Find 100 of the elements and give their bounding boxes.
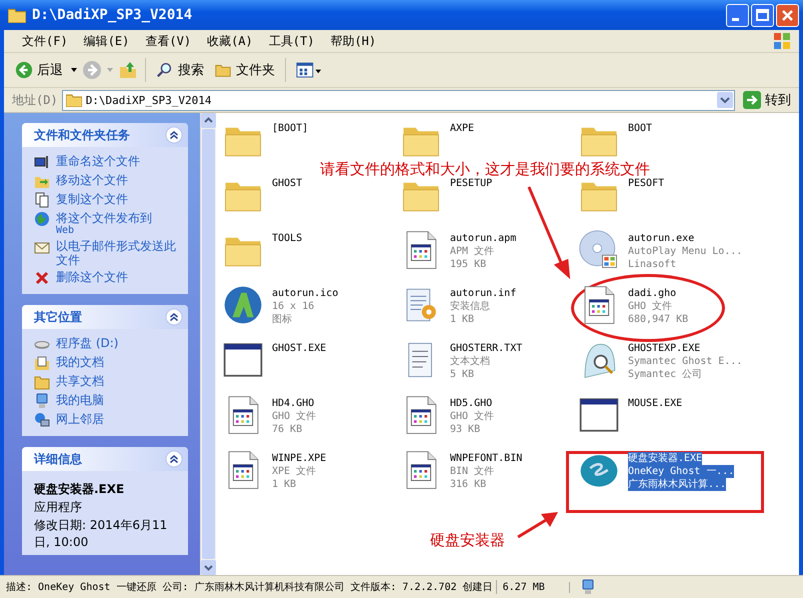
panel-title: 详细信息 (34, 450, 82, 468)
menu-item[interactable]: 帮助(H) (324, 32, 382, 50)
file-info: APM 文件 (450, 245, 494, 258)
file-item[interactable]: AXPE (400, 119, 474, 161)
file-item[interactable]: WNPEFONT.BIN BIN 文件 316 KB (400, 449, 522, 491)
file-item[interactable]: autorun.exe AutoPlay Menu Lo... Linasoft (578, 229, 742, 271)
file-item[interactable]: GHOSTERR.TXT 文本文档 5 KB (400, 339, 522, 381)
scroll-bar[interactable] (200, 113, 216, 575)
file-item[interactable]: TOOLS (222, 229, 302, 271)
file-name: HD4.GHO (272, 397, 314, 410)
maximize-button[interactable] (751, 4, 774, 26)
window-title: D:\DadiXP_SP3_V2014 (32, 7, 194, 23)
file-info: XPE 文件 (272, 465, 316, 478)
file-info: GHO 文件 (628, 300, 672, 313)
file-item[interactable]: [BOOT] (222, 119, 308, 161)
file-info: 安装信息 (450, 300, 490, 313)
menu-item[interactable]: 编辑(E) (78, 32, 136, 50)
collapse-button[interactable] (165, 308, 183, 326)
dropdown-button[interactable] (717, 92, 733, 108)
file-name: dadi.gho (628, 287, 676, 300)
panel-title: 文件和文件夹任务 (34, 126, 130, 144)
modified-date: 修改日期: 2014年6月11日, 10:00 (34, 517, 168, 551)
computer-icon (580, 579, 596, 595)
task-link[interactable]: 复制这个文件 (56, 192, 128, 206)
file-info: GHO 文件 (450, 410, 494, 423)
task-link[interactable]: 以电子邮件形式发送此文件 (56, 239, 180, 267)
windows-flag-icon (771, 31, 793, 51)
file-item[interactable]: BOOT (578, 119, 652, 161)
task-icon (34, 374, 50, 390)
file-item[interactable]: GHOST (222, 174, 302, 216)
status-description: 描述: OneKey Ghost 一键还原 公司: 广东雨林木风计算机科技有限公司 文件版本: 7.2.2.702 创建日 (0, 580, 497, 594)
file-info: Symantec Ghost E... (628, 355, 742, 368)
task-link[interactable]: 网上邻居 (56, 412, 104, 426)
up-folder-icon[interactable] (118, 60, 138, 80)
go-button[interactable]: 转到 (739, 91, 795, 109)
file-info: 76 KB (272, 423, 302, 436)
annotation-label: 硬盘安装器 (430, 531, 505, 550)
folder-icon (66, 93, 82, 107)
task-icon (34, 192, 50, 208)
task-link[interactable]: 共享文档 (56, 374, 104, 388)
file-info: 316 KB (450, 478, 486, 491)
file-name: WINPE.XPE (272, 452, 326, 465)
file-item[interactable]: GHOST.EXE (222, 339, 326, 381)
file-info: GHO 文件 (272, 410, 316, 423)
file-info: 1 KB (272, 478, 296, 491)
file-name: 硬盘安装器.EXE (628, 452, 702, 465)
disc-icon (578, 229, 620, 271)
file-name: PESOFT (628, 177, 664, 190)
back-button[interactable]: 后退 (12, 59, 66, 81)
file-info: BIN 文件 (450, 465, 494, 478)
file-item[interactable]: HD5.GHO GHO 文件 93 KB (400, 394, 494, 436)
file-item[interactable]: MOUSE.EXE (578, 394, 682, 436)
file-name: autorun.ico (272, 287, 338, 300)
collapse-button[interactable] (165, 126, 183, 144)
file-name: GHOST (272, 177, 302, 190)
file-item[interactable]: dadi.gho GHO 文件 680,947 KB (578, 284, 688, 326)
menu-item[interactable]: 收藏(A) (201, 32, 259, 50)
file-item[interactable]: autorun.inf 安装信息 1 KB (400, 284, 516, 326)
task-icon (34, 412, 50, 428)
caret-icon[interactable] (70, 67, 78, 73)
file-name: WNPEFONT.BIN (450, 452, 522, 465)
file-item[interactable]: autorun.apm APM 文件 195 KB (400, 229, 516, 271)
folders-button[interactable]: 文件夹 (211, 59, 278, 81)
file-item[interactable]: HD4.GHO GHO 文件 76 KB (222, 394, 316, 436)
minimize-button[interactable] (726, 4, 749, 26)
menu-item[interactable]: 工具(T) (262, 32, 320, 50)
file-name: AXPE (450, 122, 474, 135)
file-info: 5 KB (450, 368, 474, 381)
task-link[interactable]: 删除这个文件 (56, 270, 128, 284)
search-button[interactable]: 搜索 (153, 59, 207, 81)
task-icon (34, 154, 50, 170)
task-link[interactable]: 程序盘 (D:) (56, 336, 118, 350)
file-item[interactable]: autorun.ico 16 x 16 图标 (222, 284, 338, 326)
file-info: OneKey Ghost 一... (628, 465, 734, 478)
address-field[interactable]: D:\DadiXP_SP3_V2014 (62, 90, 735, 110)
task-link[interactable]: Web (56, 225, 152, 236)
task-icon (34, 211, 50, 227)
annotation-arrow (516, 509, 560, 539)
task-icon (34, 355, 50, 371)
file-item[interactable]: GHOSTEXP.EXE Symantec Ghost E... Symantec 公司 (578, 339, 742, 381)
task-link[interactable]: 我的文档 (56, 355, 104, 369)
menu-item[interactable]: 查看(V) (139, 32, 198, 50)
file-name: autorun.apm (450, 232, 516, 245)
task-link[interactable]: 移动这个文件 (56, 173, 128, 187)
menu-item[interactable]: 文件(F) (16, 32, 74, 50)
file-item[interactable]: 硬盘安装器.EXE OneKey Ghost 一... 广东雨林木风计算... (578, 449, 734, 491)
file-info: 16 x 16 (272, 300, 314, 313)
task-link[interactable]: 重命名这个文件 (56, 154, 140, 168)
status-size: 6.27 MB (496, 582, 570, 592)
file-name: PESETUP (450, 177, 492, 190)
close-button[interactable] (776, 4, 799, 26)
task-link[interactable]: 我的电脑 (56, 393, 104, 407)
file-info: AutoPlay Menu Lo... (628, 245, 742, 258)
file-name: MOUSE.EXE (628, 397, 682, 410)
round-logo-icon (222, 284, 264, 326)
file-name: TOOLS (272, 232, 302, 245)
task-link[interactable]: 将这个文件发布到 (56, 211, 152, 225)
file-name: GHOSTEXP.EXE (628, 342, 700, 355)
collapse-button[interactable] (165, 450, 183, 468)
file-item[interactable]: WINPE.XPE XPE 文件 1 KB (222, 449, 326, 491)
